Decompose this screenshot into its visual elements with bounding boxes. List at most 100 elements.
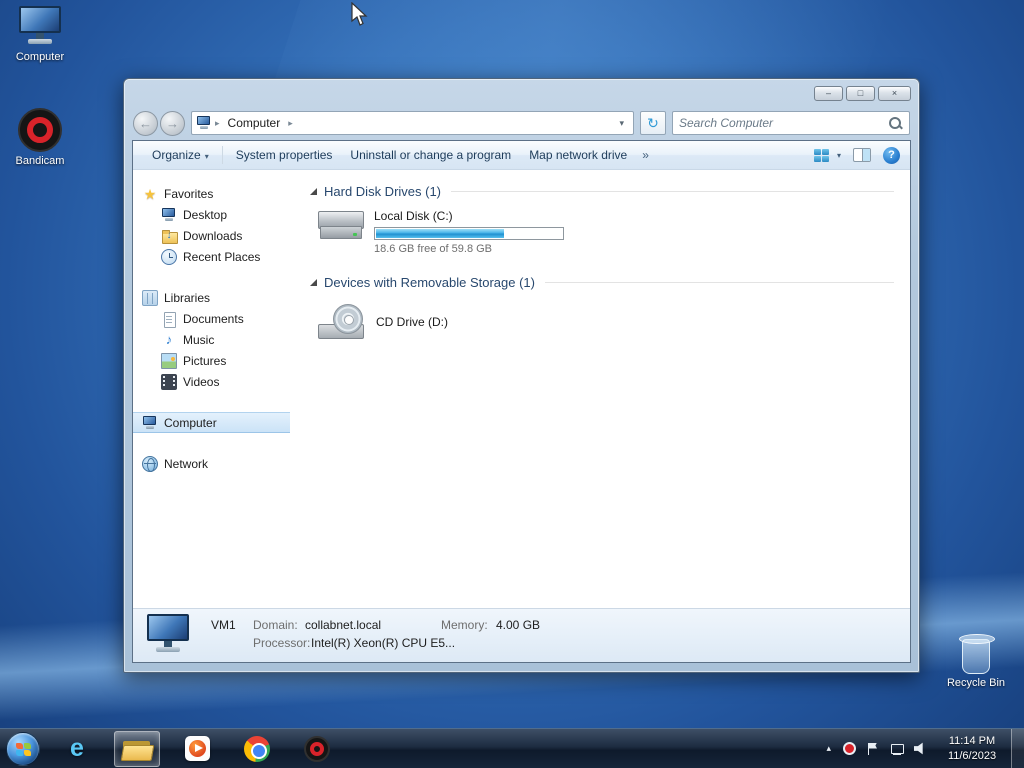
sidebar-item-network[interactable]: Network <box>133 453 290 474</box>
section-divider <box>544 282 894 283</box>
show-desktop-button[interactable] <box>1011 729 1024 768</box>
internet-explorer-icon: e <box>70 734 84 762</box>
taskbar-clock[interactable]: 11:14 PM 11/6/2023 <box>937 734 1007 763</box>
sidebar-item-desktop[interactable]: Desktop <box>133 204 290 225</box>
sidebar-group-label: Favorites <box>164 186 214 201</box>
sidebar-item-music[interactable]: ♪ Music <box>133 329 290 350</box>
sidebar-group-label: Libraries <box>164 290 211 305</box>
sidebar-item-label: Downloads <box>183 228 243 243</box>
desktop-icon-bandicam[interactable]: Bandicam <box>8 108 72 167</box>
start-button[interactable] <box>6 731 40 766</box>
volume-icon[interactable] <box>914 742 923 755</box>
desktop-mini-icon <box>161 207 177 223</box>
explorer-window: – □ × ← → ▸ Computer ▸ ▾ ↻ Organize <box>123 78 920 673</box>
taskbar-media-player-button[interactable] <box>174 731 220 767</box>
sidebar-item-label: Desktop <box>183 207 228 222</box>
sidebar-item-computer[interactable]: Computer <box>133 412 290 433</box>
taskbar-bandicam-button[interactable] <box>294 731 340 767</box>
desktop-icon-label: Computer <box>15 51 65 63</box>
address-dropdown-icon[interactable]: ▾ <box>614 118 629 129</box>
pictures-icon <box>161 352 177 369</box>
section-header: Devices with Removable Storage (1) <box>324 275 535 290</box>
section-divider <box>451 191 894 192</box>
collapse-arrow-icon[interactable] <box>310 279 317 286</box>
maximize-button[interactable]: □ <box>846 86 875 101</box>
chevron-down-icon: ▾ <box>836 150 841 160</box>
drive-free-space: 18.6 GB free of 59.8 GB <box>374 243 493 255</box>
bandicam-icon <box>304 735 330 762</box>
taskbar: e ▴ 11:14 PM 11/6/2023 <box>0 728 1024 768</box>
change-view-button[interactable]: ▾ <box>813 148 841 162</box>
chrome-icon <box>244 735 270 762</box>
breadcrumb-segment-computer[interactable]: Computer <box>223 114 286 132</box>
refresh-button[interactable]: ↻ <box>640 111 666 135</box>
sidebar-item-pictures[interactable]: Pictures <box>133 350 290 371</box>
sidebar-group-favorites[interactable]: ★ Favorites <box>133 183 290 204</box>
memory-label: Memory: <box>441 618 488 632</box>
sidebar-item-label: Documents <box>183 311 244 326</box>
preview-pane-button[interactable] <box>853 148 871 162</box>
sidebar-item-label: Pictures <box>183 353 227 368</box>
navigation-bar: ← → ▸ Computer ▸ ▾ ↻ <box>124 106 919 140</box>
search-box[interactable] <box>672 111 910 135</box>
cd-drive-item[interactable]: CD Drive (D:) <box>318 304 894 340</box>
network-globe-icon <box>142 455 158 472</box>
title-bar[interactable]: – □ × <box>124 79 919 107</box>
desktop-icon-computer[interactable]: Computer <box>8 6 72 63</box>
hard-disk-icon <box>318 209 364 239</box>
desktop-icon-label: Recycle Bin <box>946 677 1006 689</box>
uninstall-program-button[interactable]: Uninstall or change a program <box>341 144 520 166</box>
minimize-button[interactable]: – <box>814 86 843 101</box>
sidebar-item-downloads[interactable]: ↓ Downloads <box>133 225 290 246</box>
local-disk-item[interactable]: Local Disk (C:) 18.6 GB free of 59.8 GB <box>318 209 894 255</box>
sidebar-item-videos[interactable]: Videos <box>133 371 290 392</box>
sidebar-item-label: Recent Places <box>183 249 261 264</box>
sidebar-item-label: Computer <box>164 415 217 430</box>
map-network-drive-button[interactable]: Map network drive <box>520 144 636 166</box>
sidebar-item-recent-places[interactable]: Recent Places <box>133 246 290 267</box>
system-properties-button[interactable]: System properties <box>227 144 342 166</box>
help-button[interactable]: ? <box>883 146 900 164</box>
bandicam-tray-icon[interactable] <box>843 742 856 755</box>
system-tray: ▴ 11:14 PM 11/6/2023 <box>819 729 1024 768</box>
disk-usage-bar <box>374 227 564 240</box>
breadcrumb-chevron-icon[interactable]: ▸ <box>288 118 293 129</box>
taskbar-ie-button[interactable]: e <box>54 731 100 767</box>
forward-button[interactable]: → <box>160 110 185 136</box>
command-toolbar: Organize ▾ System properties Uninstall or… <box>133 141 910 170</box>
network-icon[interactable] <box>890 742 904 756</box>
hidden-icons-button[interactable]: ▴ <box>819 743 838 754</box>
sidebar-item-label: Network <box>164 456 209 471</box>
sidebar-item-documents[interactable]: Documents <box>133 308 290 329</box>
search-input[interactable] <box>679 116 888 130</box>
computer-icon <box>145 614 191 656</box>
processor-label: Processor: <box>253 636 311 650</box>
views-grid-icon <box>813 148 829 162</box>
drive-name: CD Drive (D:) <box>376 315 448 329</box>
downloads-folder-icon: ↓ <box>161 228 178 244</box>
sidebar-group-libraries[interactable]: Libraries <box>133 287 290 308</box>
desktop-icon-recycle-bin[interactable]: Recycle Bin <box>944 630 1008 689</box>
collapse-arrow-icon[interactable] <box>310 188 317 195</box>
organize-button[interactable]: Organize ▾ <box>143 144 218 166</box>
section-hard-disk-drives: Hard Disk Drives (1) <box>310 184 894 199</box>
search-icon[interactable] <box>888 116 903 131</box>
computer-name: VM1 <box>211 618 236 632</box>
drive-name: Local Disk (C:) <box>374 209 453 223</box>
taskbar-chrome-button[interactable] <box>234 731 280 767</box>
taskbar-explorer-button[interactable] <box>114 730 160 767</box>
file-list-area: Hard Disk Drives (1) Local Disk (C:) 18.… <box>290 170 910 608</box>
toolbar-overflow-button[interactable]: » <box>636 144 655 166</box>
clock-time: 11:14 PM <box>948 735 996 748</box>
close-button[interactable]: × <box>878 86 911 101</box>
back-button[interactable]: ← <box>133 110 158 136</box>
folder-icon <box>122 737 152 761</box>
libraries-icon <box>142 289 158 306</box>
sidebar-item-label: Videos <box>183 374 220 389</box>
action-center-icon[interactable] <box>866 742 880 756</box>
documents-icon <box>161 311 177 328</box>
mouse-cursor <box>351 2 368 26</box>
section-removable-storage: Devices with Removable Storage (1) <box>310 275 894 290</box>
address-bar[interactable]: ▸ Computer ▸ ▾ <box>191 111 634 135</box>
breadcrumb-chevron-icon[interactable]: ▸ <box>215 118 220 129</box>
